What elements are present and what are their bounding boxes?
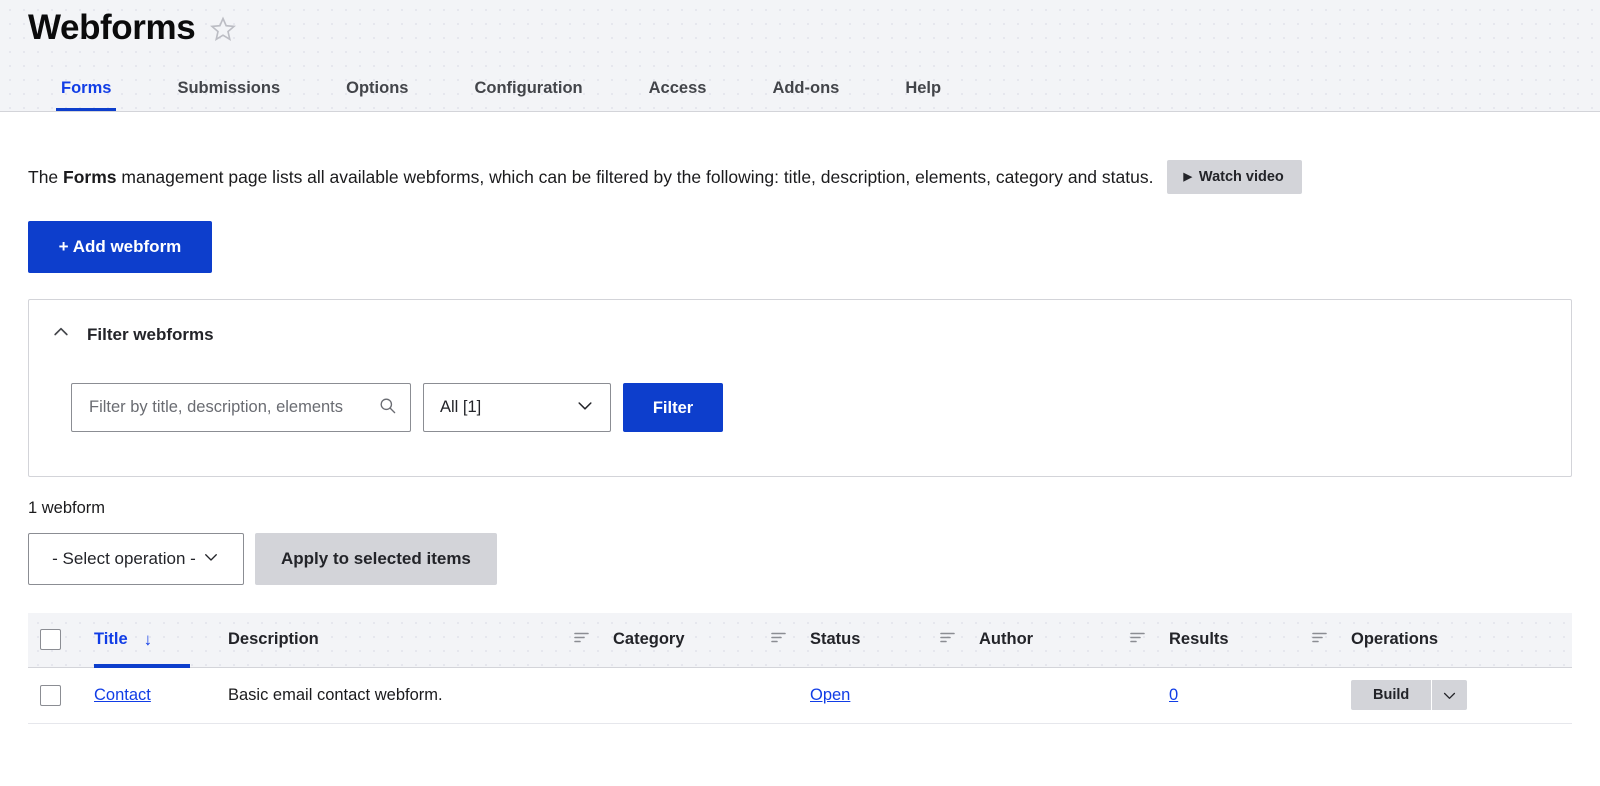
column-header-description[interactable]: Description [216,613,601,667]
star-outline-icon[interactable] [209,15,237,48]
sort-icon[interactable] [1312,630,1327,649]
sort-icon[interactable] [1130,630,1145,649]
tab-add-ons[interactable]: Add-ons [739,78,872,112]
row-operations-cell: Build [1339,667,1572,723]
chevron-down-icon [202,548,220,571]
filter-status-select[interactable]: All [1] [423,383,611,432]
intro-text-after: management page lists all available webf… [117,167,1154,187]
intro-bold-word: Forms [63,167,116,187]
filter-panel: Filter webforms All [1] [28,299,1572,477]
webforms-table: Title ↓ Description [28,613,1572,724]
tab-help[interactable]: Help [872,78,974,112]
table-header-row: Title ↓ Description [28,613,1572,667]
webforms-table-wrap: Title ↓ Description [28,613,1572,724]
webform-status-link[interactable]: Open [810,686,850,704]
sort-icon[interactable] [940,630,955,649]
column-header-operations: Operations [1339,613,1572,667]
tab-options[interactable]: Options [313,78,441,112]
intro-text-before: The [28,167,63,187]
column-header-results[interactable]: Results [1157,613,1339,667]
column-header-status[interactable]: Status [798,613,967,667]
sort-icon[interactable] [574,630,589,649]
table-body: Contact Basic email contact webform. Ope… [28,667,1572,723]
filter-status-select-value: All [1] [440,398,481,417]
filter-status-select-wrap: All [1] [423,383,611,432]
tab-access[interactable]: Access [616,78,740,112]
operation-select[interactable]: - Select operation - [28,533,244,585]
header-divider [0,111,1600,112]
sort-icon[interactable] [771,630,786,649]
column-header-status-label: Status [810,630,860,649]
table-row: Contact Basic email contact webform. Ope… [28,667,1572,723]
webform-count: 1 webform [28,499,1572,518]
sorted-column-indicator [94,664,190,668]
filter-submit-button[interactable]: Filter [623,383,723,432]
column-header-author-label: Author [979,630,1033,649]
row-title-cell: Contact [82,667,216,723]
row-results-cell: 0 [1157,667,1339,723]
build-button[interactable]: Build [1351,680,1431,710]
operation-select-value: - Select operation - [52,549,196,569]
filter-panel-title: Filter webforms [87,325,214,345]
play-icon: ▶ [1183,172,1191,183]
operations-dropdown-toggle[interactable] [1431,680,1467,710]
intro-text: The Forms management page lists all avai… [28,165,1153,189]
row-category-cell [601,667,798,723]
webform-results-link[interactable]: 0 [1169,686,1178,704]
column-header-description-label: Description [228,630,319,649]
page-title: Webforms [28,6,195,50]
row-status-cell: Open [798,667,967,723]
row-checkbox[interactable] [40,685,61,706]
row-author-cell [967,667,1157,723]
column-header-title[interactable]: Title ↓ [82,613,216,667]
table-header: Title ↓ Description [28,613,1572,667]
column-header-category[interactable]: Category [601,613,798,667]
operations-split-button: Build [1351,680,1467,710]
filter-search-input[interactable] [71,383,411,432]
chevron-up-icon [51,322,71,347]
column-header-title-link[interactable]: Title [94,630,128,649]
select-all-header [28,613,82,667]
filter-panel-toggle[interactable]: Filter webforms [29,300,1571,347]
column-header-category-label: Category [613,630,685,649]
filter-controls: All [1] Filter [29,347,1571,476]
watch-video-button[interactable]: ▶ Watch video [1167,160,1301,194]
intro-description: The Forms management page lists all avai… [28,112,1572,194]
column-header-author[interactable]: Author [967,613,1157,667]
operation-select-wrap: - Select operation - [28,533,244,585]
column-header-operations-label: Operations [1351,630,1438,648]
select-all-checkbox[interactable] [40,629,61,650]
add-webform-button[interactable]: + Add webform [28,221,212,273]
watch-video-label: Watch video [1199,169,1284,185]
title-row: Webforms [28,0,1572,56]
sort-descending-icon: ↓ [144,630,153,650]
tab-configuration[interactable]: Configuration [441,78,615,112]
tab-forms[interactable]: Forms [28,78,144,112]
webform-title-link[interactable]: Contact [94,686,151,704]
main-content: The Forms management page lists all avai… [0,112,1600,724]
primary-tabs: Forms Submissions Options Configuration … [28,58,1572,112]
page-header: Webforms Forms Submissions Options Confi… [0,0,1600,112]
filter-search-wrap [71,383,411,432]
row-description-cell: Basic email contact webform. [216,667,601,723]
tab-submissions[interactable]: Submissions [144,78,313,112]
apply-to-selected-items-button[interactable]: Apply to selected items [255,533,497,585]
row-select-cell [28,667,82,723]
bulk-operations-row: - Select operation - Apply to selected i… [28,533,1572,585]
column-header-results-label: Results [1169,630,1229,649]
